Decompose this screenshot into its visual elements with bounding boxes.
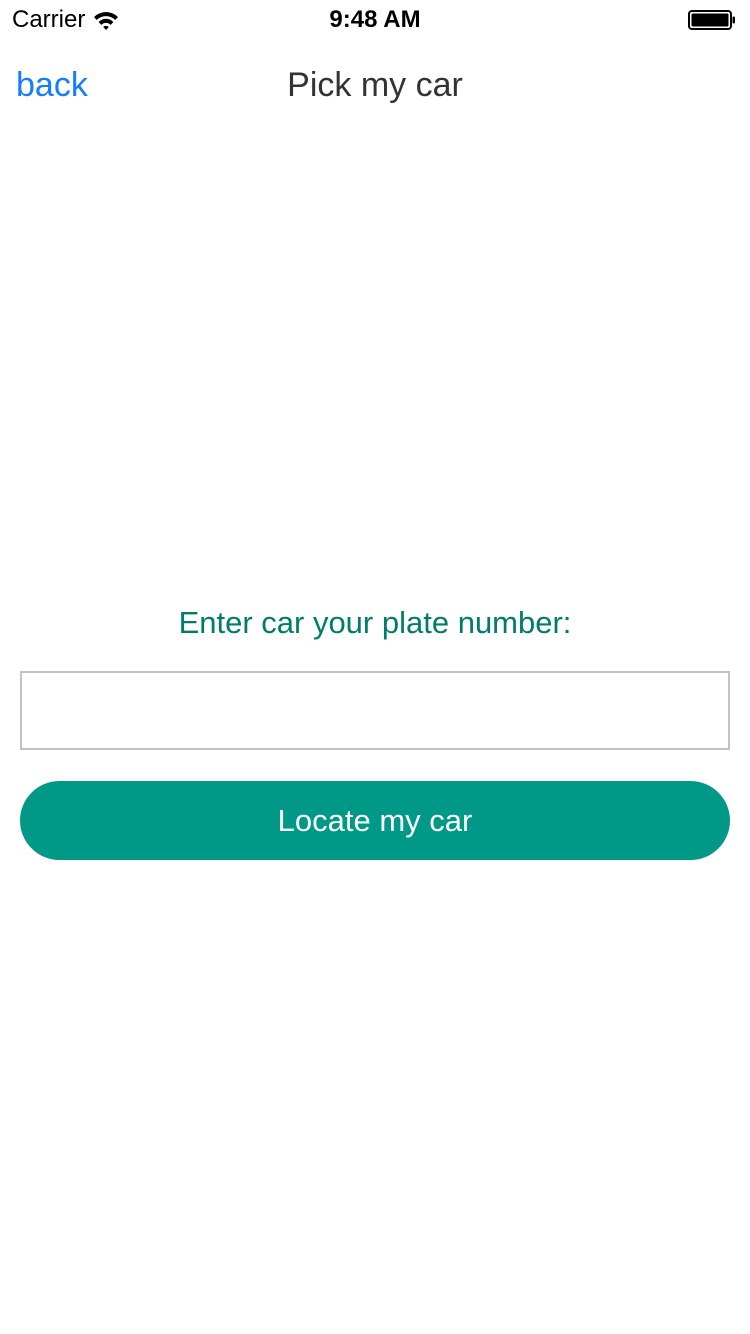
plate-number-prompt: Enter car your plate number:	[178, 605, 572, 640]
status-time: 9:48 AM	[329, 6, 421, 33]
locate-my-car-button[interactable]: Locate my car	[20, 781, 730, 860]
status-bar: Carrier 9:48 AM	[0, 0, 750, 40]
pick-my-car-screen: Carrier 9:48 AM back Pick my car Enter c…	[0, 0, 750, 1334]
navigation-bar: back Pick my car	[0, 40, 750, 130]
battery-icon	[688, 10, 735, 30]
page-title: Pick my car	[287, 66, 463, 104]
plate-number-input[interactable]	[20, 671, 730, 750]
